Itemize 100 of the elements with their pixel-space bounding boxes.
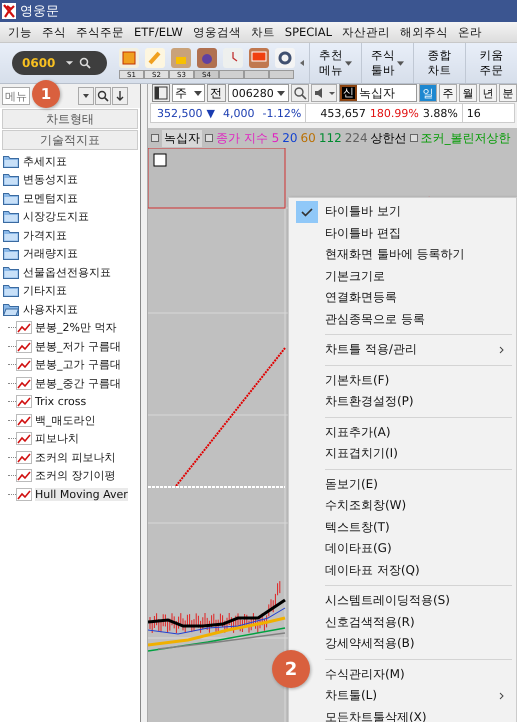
screen-number-field[interactable]: 0600 bbox=[12, 51, 107, 75]
context-menu-item[interactable]: 기본크기로 bbox=[325, 266, 516, 287]
panel-tab[interactable]: 차트형태 bbox=[2, 109, 138, 129]
context-menu-item[interactable]: 수치조회창(W) bbox=[325, 495, 516, 516]
search-icon[interactable] bbox=[95, 87, 111, 105]
period-tab[interactable]: 년 bbox=[479, 84, 497, 102]
context-menu-item[interactable]: 관심종목으로 등록 bbox=[325, 308, 516, 330]
tree-item[interactable]: 분봉_2%만 먹자 bbox=[35, 320, 116, 336]
speaker-icon[interactable] bbox=[311, 84, 337, 102]
panel-tab[interactable]: 기술적지표 bbox=[2, 130, 138, 150]
toolbar-menu-button[interactable]: 주식 툴바 bbox=[361, 43, 413, 83]
menu-item[interactable]: 기능 bbox=[8, 24, 32, 40]
tree-folder-label[interactable]: 사용자지표 bbox=[23, 302, 78, 317]
tree-folder-label[interactable]: 추세지표 bbox=[23, 154, 67, 169]
tree-folder-label[interactable]: 모멘텀지표 bbox=[23, 190, 78, 206]
save-icon[interactable] bbox=[119, 48, 139, 68]
legend-label: 224 bbox=[344, 131, 368, 145]
menu-item[interactable]: ETF/ELW bbox=[134, 25, 183, 39]
dropdown-icon bbox=[194, 90, 202, 96]
tree-item[interactable]: 조커의 장기이평 bbox=[35, 468, 116, 484]
change-text: 4,000 bbox=[222, 106, 254, 120]
clock-icon[interactable] bbox=[223, 48, 243, 68]
legend-checkbox[interactable] bbox=[205, 134, 213, 142]
toolbar-menu-button[interactable]: 추천 메뉴 bbox=[309, 43, 361, 83]
line-chart-icon bbox=[16, 469, 32, 482]
context-menu-item[interactable]: 차트틀 적용/관리 bbox=[325, 339, 516, 360]
download-icon[interactable] bbox=[112, 87, 128, 105]
price-text: 352,500 bbox=[157, 106, 202, 120]
tree-folder-label[interactable]: 거래량지표 bbox=[23, 246, 78, 262]
market-dropdown[interactable]: 주 bbox=[172, 84, 205, 102]
scroll-left-icon[interactable] bbox=[300, 60, 304, 66]
tree-item[interactable]: 분봉_저가 구름대 bbox=[35, 338, 121, 354]
period-tab[interactable]: 주 bbox=[439, 84, 457, 102]
context-menu-item[interactable]: 수식관리자(M) bbox=[325, 664, 516, 685]
window-title: 영웅문 bbox=[20, 3, 59, 20]
search-icon[interactable] bbox=[79, 57, 91, 69]
context-menu-item[interactable]: 현재화면 툴바에 등록하기 bbox=[325, 244, 516, 266]
tree-item[interactable]: Trix cross bbox=[35, 395, 86, 408]
tree-item[interactable]: Hull Moving Aver bbox=[35, 488, 128, 501]
context-menu-item[interactable]: 기본차트(F) bbox=[325, 370, 516, 391]
tree-item[interactable]: 분봉_중간 구름대 bbox=[35, 376, 121, 391]
menu-item[interactable]: 영웅검색 bbox=[192, 24, 241, 40]
context-menu-item[interactable]: 데이타표 저장(Q) bbox=[325, 560, 516, 581]
context-menu-item[interactable]: 데이타표(G) bbox=[325, 538, 516, 560]
tree-item[interactable]: 피보나치 bbox=[35, 431, 79, 446]
line-chart-icon bbox=[16, 395, 32, 408]
menu-item[interactable]: 주식주문 bbox=[76, 24, 124, 40]
legend-label: 112 bbox=[318, 131, 342, 145]
tree-folder-label[interactable]: 기타지표 bbox=[23, 283, 67, 298]
menu-item[interactable]: 주식 bbox=[42, 24, 66, 40]
stock-code-field[interactable]: 006280 bbox=[228, 84, 289, 102]
context-menu-item[interactable]: 지표겹치기(I) bbox=[325, 443, 516, 464]
period-tab[interactable]: 분 bbox=[499, 84, 517, 102]
context-menu-item[interactable]: 연결화면등록 bbox=[325, 287, 516, 308]
menu-search-field[interactable]: 메뉴 bbox=[2, 87, 30, 105]
tree-folder-label[interactable]: 선물옵션전용지표 bbox=[23, 264, 111, 280]
tree-folder-label[interactable]: 변동성지표 bbox=[23, 172, 78, 188]
menu-item[interactable]: 차트 bbox=[250, 24, 275, 40]
context-menu-item[interactable]: 타이틀바 편집 bbox=[325, 222, 516, 244]
line-chart-icon bbox=[16, 321, 32, 334]
change-rate-text: -1.12% bbox=[262, 106, 302, 120]
line-chart-icon bbox=[16, 450, 32, 464]
period-tab[interactable]: 일 bbox=[419, 84, 437, 102]
monitor-icon[interactable] bbox=[249, 48, 269, 68]
context-menu-item[interactable]: 지표추가(A) bbox=[325, 422, 516, 443]
panel-toggle-icon[interactable] bbox=[152, 84, 170, 102]
dropdown-icon bbox=[345, 60, 352, 66]
context-menu-item[interactable]: 시스템트레이딩적용(S) bbox=[325, 590, 516, 612]
context-menu-item[interactable]: 차트툴(L) bbox=[325, 685, 516, 706]
tree-folder-label[interactable]: 가격지표 bbox=[23, 228, 67, 243]
menu-item[interactable]: 온라 bbox=[458, 24, 482, 40]
context-menu-item[interactable]: 신호검색적용(R) bbox=[325, 612, 516, 633]
tree-item[interactable]: 조커의 피보나치 bbox=[35, 450, 116, 465]
tree-folder-label[interactable]: 시장강도지표 bbox=[23, 209, 89, 224]
search-icon[interactable] bbox=[291, 84, 309, 102]
stock-name-field[interactable]: 신 녹십자 bbox=[339, 84, 417, 102]
dropdown-icon[interactable] bbox=[78, 87, 94, 105]
turnover-text: 3.88% bbox=[422, 106, 458, 120]
context-menu-item[interactable]: 타이틀바 보기 bbox=[289, 201, 516, 222]
context-menu-item[interactable]: 차트환경설정(P) bbox=[325, 391, 516, 412]
legend-label: 60 bbox=[300, 131, 316, 145]
menu-item[interactable]: 해외주식 bbox=[400, 24, 448, 40]
context-menu-item[interactable]: 돋보기(E) bbox=[325, 474, 516, 495]
line-chart-icon bbox=[16, 358, 32, 372]
prev-button[interactable]: 전 bbox=[206, 84, 226, 102]
period-tab[interactable]: 월 bbox=[459, 84, 477, 102]
toolbar-menu-button[interactable]: 키움 주문 bbox=[465, 43, 517, 83]
toolbar-menu-button[interactable]: 종합 차트 bbox=[413, 43, 465, 83]
context-menu-item[interactable]: 텍스트창(T) bbox=[325, 516, 516, 538]
context-menu-item[interactable]: 강세약세적용(B) bbox=[325, 633, 516, 654]
tree-item[interactable]: 백_매도라인 bbox=[35, 412, 96, 428]
legend-checkbox[interactable] bbox=[151, 134, 159, 142]
dropdown-icon[interactable] bbox=[65, 60, 74, 66]
menu-item[interactable]: 자산관리 bbox=[342, 24, 390, 40]
menu-item[interactable]: SPECIAL bbox=[284, 25, 332, 39]
legend-label: 20 bbox=[282, 131, 298, 145]
legend-label: 녹십자 bbox=[162, 130, 202, 146]
tree-item[interactable]: 분봉_고가 구름대 bbox=[35, 357, 121, 372]
app-logo-icon bbox=[2, 3, 16, 19]
legend-checkbox[interactable] bbox=[410, 134, 418, 142]
